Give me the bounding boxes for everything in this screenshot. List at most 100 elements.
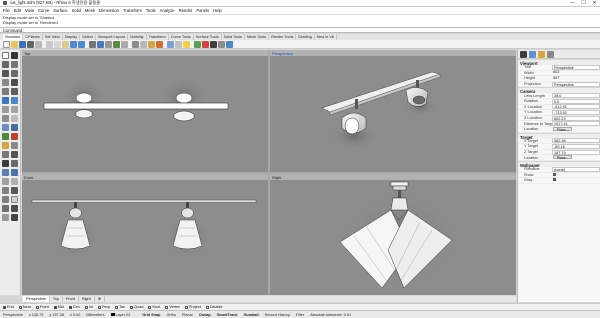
- viewport-perspective-label[interactable]: Perspective: [272, 51, 293, 56]
- menu-file[interactable]: File: [3, 8, 10, 13]
- osnap-quad[interactable]: Quad: [130, 305, 143, 309]
- minimize-button[interactable]: —: [567, 0, 578, 7]
- viewport-tab-perspective[interactable]: Perspective: [23, 296, 50, 302]
- ortho-toggle[interactable]: Ortho: [166, 313, 176, 317]
- cylinder-icon[interactable]: [2, 115, 9, 122]
- maximize-button[interactable]: ☐: [578, 0, 589, 7]
- help-icon[interactable]: [226, 41, 233, 48]
- prop-x-location-field[interactable]: -512.91: [552, 104, 600, 110]
- select-arrow-icon[interactable]: [2, 52, 9, 59]
- viewport-tab-front[interactable]: Front: [63, 296, 79, 302]
- object-properties-icon[interactable]: [520, 51, 527, 58]
- dimension-icon[interactable]: [2, 196, 9, 203]
- viewport-front-label[interactable]: Front: [24, 175, 33, 180]
- smarttrack-toggle[interactable]: SmartTrack: [217, 313, 238, 317]
- loft-icon[interactable]: [2, 124, 9, 131]
- menu-transform[interactable]: Transform: [123, 8, 142, 13]
- record-history-toggle[interactable]: Record History: [265, 313, 290, 317]
- status-layer[interactable]: Layer 03: [110, 313, 137, 317]
- sweep-icon[interactable]: [11, 124, 18, 131]
- open-folder-icon[interactable]: [11, 41, 18, 48]
- rotate-icon[interactable]: [11, 169, 18, 176]
- menu-curve[interactable]: Curve: [38, 8, 49, 13]
- viewport-top-label[interactable]: Top: [24, 51, 30, 56]
- osnap-knot[interactable]: Knot: [148, 305, 160, 309]
- join-icon[interactable]: [11, 151, 18, 158]
- menu-panels[interactable]: Panels: [196, 8, 209, 13]
- offset-icon[interactable]: [11, 187, 18, 194]
- show-wallpaper-checkbox[interactable]: [553, 172, 556, 176]
- viewport-right[interactable]: Right: [270, 174, 516, 295]
- select-icon[interactable]: [167, 41, 174, 48]
- circle-icon[interactable]: [2, 70, 9, 77]
- menu-dimension[interactable]: Dimension: [99, 8, 119, 13]
- viewport-tab-top[interactable]: Top: [50, 296, 63, 302]
- grid-snap-toggle[interactable]: Grid Snap: [142, 313, 160, 317]
- camera-place-button[interactable]: Place...: [553, 126, 573, 132]
- osnap-project[interactable]: Project: [185, 305, 201, 309]
- polygon-icon[interactable]: [2, 88, 9, 95]
- gray-wallpaper-checkbox[interactable]: [553, 178, 556, 182]
- prop-filename-dropdown[interactable]: (none): [552, 166, 600, 172]
- osnap-toggle[interactable]: Osnap: [199, 313, 211, 317]
- array-icon[interactable]: [2, 187, 9, 194]
- prop-projection-dropdown[interactable]: Perspective: [552, 81, 600, 87]
- menu-mesh[interactable]: Mesh: [85, 8, 95, 13]
- planar-toggle[interactable]: Planar: [182, 313, 193, 317]
- layer-icon[interactable]: [194, 41, 201, 48]
- polyline-icon[interactable]: [2, 61, 9, 68]
- transform-icon[interactable]: [11, 205, 18, 212]
- prop-y-location-field[interactable]: -713.92: [552, 109, 600, 115]
- cut-icon[interactable]: [46, 41, 53, 48]
- lock-icon[interactable]: [183, 41, 190, 48]
- osnap-cen[interactable]: Cen: [68, 305, 80, 309]
- options-icon[interactable]: [218, 41, 225, 48]
- rotate-view-icon[interactable]: [97, 41, 104, 48]
- scale-icon[interactable]: [2, 178, 9, 185]
- zoom-icon[interactable]: [105, 41, 112, 48]
- osnap-int[interactable]: Int: [84, 305, 93, 309]
- prop-x-target-field[interactable]: 362.38: [552, 138, 600, 144]
- four-viewports-icon[interactable]: [132, 41, 139, 48]
- osnap-end[interactable]: End: [3, 305, 14, 309]
- menu-analyze[interactable]: Analyze: [160, 8, 175, 13]
- layers-icon[interactable]: [529, 51, 536, 58]
- menu-tools[interactable]: Tools: [146, 8, 156, 13]
- menu-solid[interactable]: Solid: [72, 8, 81, 13]
- close-button[interactable]: ✕: [589, 0, 600, 7]
- prop-z-location-field[interactable]: 602.23: [552, 115, 600, 121]
- trim-icon[interactable]: [11, 142, 18, 149]
- prop-rotation-field[interactable]: 0.0: [552, 98, 600, 104]
- zoom-window-icon[interactable]: [121, 41, 128, 48]
- viewport-front[interactable]: Front: [22, 174, 268, 295]
- move-icon[interactable]: [11, 160, 18, 167]
- viewport-perspective[interactable]: Perspective: [270, 50, 516, 172]
- block-icon[interactable]: [11, 214, 18, 221]
- osnap-tan[interactable]: Tan: [115, 305, 125, 309]
- prop-distance-field[interactable]: 1017.41: [552, 121, 600, 127]
- menu-help[interactable]: Help: [213, 8, 222, 13]
- osnap-point[interactable]: Point: [36, 305, 49, 309]
- help-panel-icon[interactable]: [547, 51, 554, 58]
- add-viewport-tab-button[interactable]: ⊕: [95, 296, 105, 302]
- pan-icon[interactable]: [89, 41, 96, 48]
- hide-icon[interactable]: [175, 41, 182, 48]
- redo-icon[interactable]: [78, 41, 85, 48]
- analyze-icon[interactable]: [2, 205, 9, 212]
- explode-icon[interactable]: [2, 160, 9, 167]
- surface-icon[interactable]: [2, 97, 9, 104]
- osnap-vertex[interactable]: Vertex: [165, 305, 180, 309]
- save-icon[interactable]: [19, 41, 26, 48]
- prop-y-target-field[interactable]: -89.16: [552, 143, 600, 149]
- copy-object-icon[interactable]: [2, 169, 9, 176]
- text-icon[interactable]: [11, 196, 18, 203]
- split-icon[interactable]: [2, 151, 9, 158]
- filter-toggle[interactable]: Filter: [296, 313, 304, 317]
- rendered-icon[interactable]: [156, 41, 163, 48]
- menu-render[interactable]: Render: [179, 8, 193, 13]
- osnap-near[interactable]: Near: [18, 305, 31, 309]
- prop-z-target-field[interactable]: 167.79: [552, 149, 600, 155]
- rectangle-icon[interactable]: [11, 79, 18, 86]
- menu-edit[interactable]: Edit: [14, 8, 21, 13]
- boolean-difference-icon[interactable]: [11, 133, 18, 140]
